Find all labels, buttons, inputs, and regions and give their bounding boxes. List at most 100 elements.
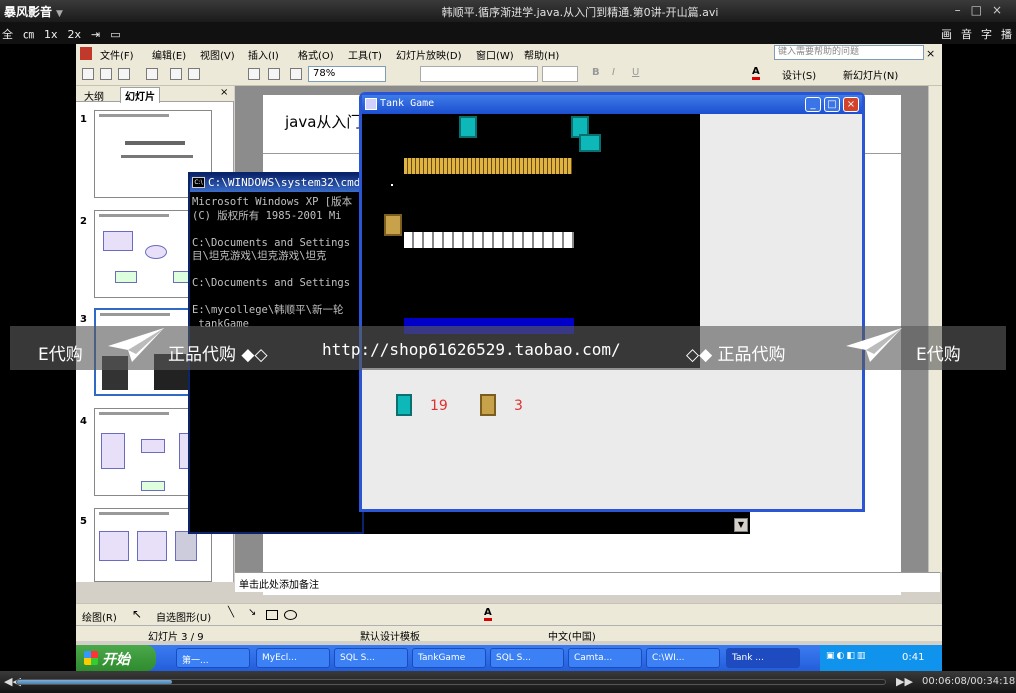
menu-insert[interactable]: 插入(I): [248, 47, 279, 62]
watermark-left-text: E代购: [38, 345, 83, 365]
size-1x-button[interactable]: 1x: [44, 28, 58, 41]
underline-icon[interactable]: U: [632, 67, 639, 78]
player-tank: [384, 214, 402, 236]
slide-number: 2: [80, 216, 87, 227]
task-ppt[interactable]: 第一...: [176, 648, 250, 668]
watermark-url: http://shop61626529.taobao.com/: [322, 340, 621, 359]
clock[interactable]: 0:41: [902, 652, 924, 663]
chart-icon[interactable]: [248, 68, 260, 80]
font-name-select[interactable]: [420, 66, 538, 82]
font-color-icon[interactable]: A: [752, 66, 760, 80]
chevron-down-icon[interactable]: ▼: [56, 9, 63, 19]
close-button[interactable]: ×: [843, 97, 859, 112]
maximize-icon[interactable]: □: [824, 97, 840, 112]
save-icon[interactable]: [118, 68, 130, 80]
task-camtasia[interactable]: Camta...: [568, 648, 642, 668]
tank-game-title[interactable]: Tank Game: [362, 95, 862, 114]
tab-outline[interactable]: 大纲: [84, 88, 104, 103]
thumb-header: [99, 114, 169, 117]
oval-icon[interactable]: [284, 610, 297, 620]
menu-edit[interactable]: 编辑(E): [152, 47, 186, 62]
draw-menu-button[interactable]: 绘图(R): [82, 609, 117, 624]
player-title-bar: 暴风影音 ▼ 韩顺平.循序渐进学.java.从入门到精通.第0讲-开山篇.avi …: [0, 0, 1016, 22]
paper-plane-icon: [108, 328, 164, 362]
maximize-icon[interactable]: □: [971, 3, 992, 17]
new-icon[interactable]: [82, 68, 94, 80]
thumb-box: [141, 439, 165, 453]
player-logo[interactable]: 暴风影音 ▼: [4, 3, 63, 20]
task-sql-1[interactable]: SQL S...: [334, 648, 408, 668]
task-myeclipse[interactable]: MyEcl...: [256, 648, 330, 668]
status-slide-count: 幻灯片 3 / 9: [148, 632, 204, 643]
paste-icon[interactable]: [188, 68, 200, 80]
tab-slides[interactable]: 幻灯片: [120, 87, 160, 103]
bullet: [391, 184, 393, 186]
menu-window[interactable]: 窗口(W): [476, 47, 514, 62]
close-icon[interactable]: ×: [992, 3, 1012, 17]
copy-icon[interactable]: [170, 68, 182, 80]
window-icon[interactable]: ▭: [110, 28, 120, 41]
menu-slideshow[interactable]: 幻灯片放映(D): [396, 47, 462, 62]
notes-pane[interactable]: 单击此处添加备注: [235, 572, 940, 592]
status-design-template: 默认设计模板: [360, 632, 420, 643]
task-tank-game[interactable]: Tank ...: [726, 648, 800, 668]
open-icon[interactable]: [100, 68, 112, 80]
player-window-controls[interactable]: –□×: [955, 3, 1012, 17]
scroll-down-icon[interactable]: ▼: [734, 518, 748, 532]
playlist-button[interactable]: 播: [1001, 28, 1012, 41]
zoom-select[interactable]: 78%: [308, 66, 386, 82]
picture-button[interactable]: 画: [941, 28, 952, 41]
seek-bar[interactable]: [16, 679, 886, 685]
close-icon[interactable]: ×: [220, 87, 228, 98]
menu-format[interactable]: 格式(O): [298, 47, 334, 62]
task-sql-2[interactable]: SQL S...: [490, 648, 564, 668]
table-icon[interactable]: [268, 68, 280, 80]
size-2x-button[interactable]: 2x: [68, 28, 82, 41]
minimize-icon[interactable]: _: [805, 97, 821, 112]
minimode-button[interactable]: ㎝: [23, 26, 34, 42]
design-button[interactable]: 设计(S): [782, 67, 816, 82]
autoshapes-button[interactable]: 自选图形(U): [156, 609, 211, 624]
italic-icon[interactable]: I: [612, 67, 615, 78]
console-line: Microsoft Windows XP [版本: [192, 196, 353, 208]
forward-icon[interactable]: ▶▶: [896, 675, 913, 688]
print-icon[interactable]: [146, 68, 158, 80]
ppt-status-bar: 幻灯片 3 / 9 默认设计模板 中文(中国): [76, 625, 942, 643]
select-arrow-icon[interactable]: ↖: [132, 607, 142, 621]
menu-tools[interactable]: 工具(T): [348, 47, 382, 62]
menu-view[interactable]: 视图(V): [200, 47, 235, 62]
help-search-input[interactable]: 键入需要帮助的问题: [774, 45, 924, 60]
line-icon[interactable]: ╲: [228, 607, 234, 618]
draw-toolbar: 绘图(R) ↖ 自选图形(U) ╲ ↘ A: [76, 603, 942, 625]
task-cmd[interactable]: C:\WI...: [646, 648, 720, 668]
new-slide-button[interactable]: 新幻灯片(N): [843, 67, 898, 82]
tank-game-window[interactable]: Tank Game _ □ × 19 3: [359, 92, 865, 512]
fit-icon[interactable]: ⇥: [91, 28, 100, 41]
menu-help[interactable]: 帮助(H): [524, 47, 559, 62]
player-lives-count: 3: [514, 398, 523, 414]
font-size-select[interactable]: [542, 66, 578, 82]
thumb-box: [103, 231, 133, 251]
arrow-icon[interactable]: ↘: [248, 607, 256, 618]
close-icon[interactable]: ×: [926, 47, 935, 60]
rectangle-icon[interactable]: [266, 610, 278, 620]
audio-button[interactable]: 音: [961, 28, 972, 41]
fullscreen-button[interactable]: 全: [2, 26, 13, 42]
menu-file[interactable]: 文件(F): [100, 47, 134, 62]
grid-icon[interactable]: [290, 68, 302, 80]
ppt-app-icon[interactable]: [80, 47, 92, 60]
watermark-mid-left-text: 正品代购 ◆◇: [168, 345, 268, 365]
task-tankgame-folder[interactable]: TankGame: [412, 648, 486, 668]
console-output[interactable]: Microsoft Windows XP [版本 (C) 版权所有 1985-20…: [192, 196, 364, 331]
font-color-icon[interactable]: A: [484, 607, 492, 621]
console-title[interactable]: C:\WINDOWS\system32\cmd.exe: [190, 174, 362, 192]
steel-wall: [404, 232, 574, 248]
java-icon: [365, 98, 377, 110]
subtitle-button[interactable]: 字: [981, 28, 992, 41]
slide-title[interactable]: java从入门: [285, 111, 361, 132]
tray-icons[interactable]: ▣◐◧▥: [826, 651, 867, 661]
panel-tab-bar: 大纲 幻灯片 ×: [76, 86, 234, 103]
minimize-icon[interactable]: –: [955, 3, 971, 17]
bold-icon[interactable]: B: [592, 67, 600, 78]
slide-number: 5: [80, 516, 87, 527]
